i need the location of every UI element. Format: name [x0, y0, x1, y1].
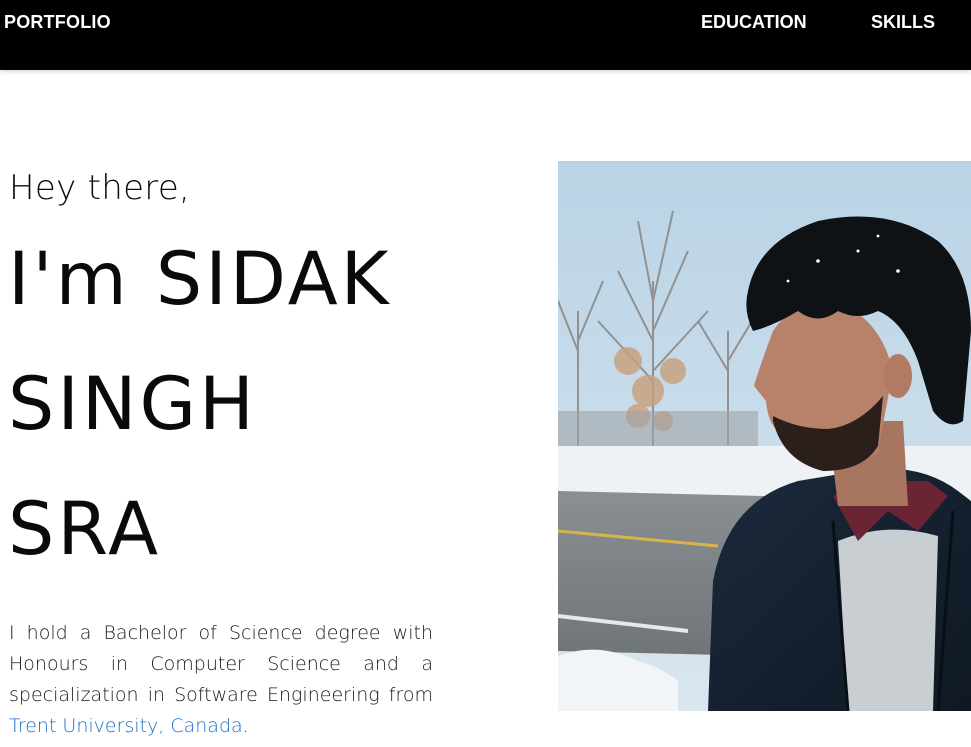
nav-link-skills[interactable]: SKILLS: [871, 12, 935, 33]
nav-link-education[interactable]: EDUCATION: [701, 12, 807, 33]
profile-photo: [558, 161, 971, 711]
bio-end: .: [242, 715, 249, 737]
bio-paragraph: I hold a Bachelor of Science degree with…: [9, 618, 433, 742]
greeting-text: Hey there,: [9, 168, 191, 208]
bio-text: I hold a Bachelor of Science degree with…: [9, 622, 433, 706]
university-link[interactable]: Trent University, Canada: [9, 715, 243, 737]
navbar: PORTFOLIO EDUCATION SKILLS: [0, 0, 971, 70]
name-line-1: I'm SIDAK: [8, 237, 392, 322]
name-line-3: SRA: [8, 487, 162, 572]
brand-link[interactable]: PORTFOLIO: [4, 12, 111, 33]
name-line-2: SINGH: [8, 362, 257, 447]
